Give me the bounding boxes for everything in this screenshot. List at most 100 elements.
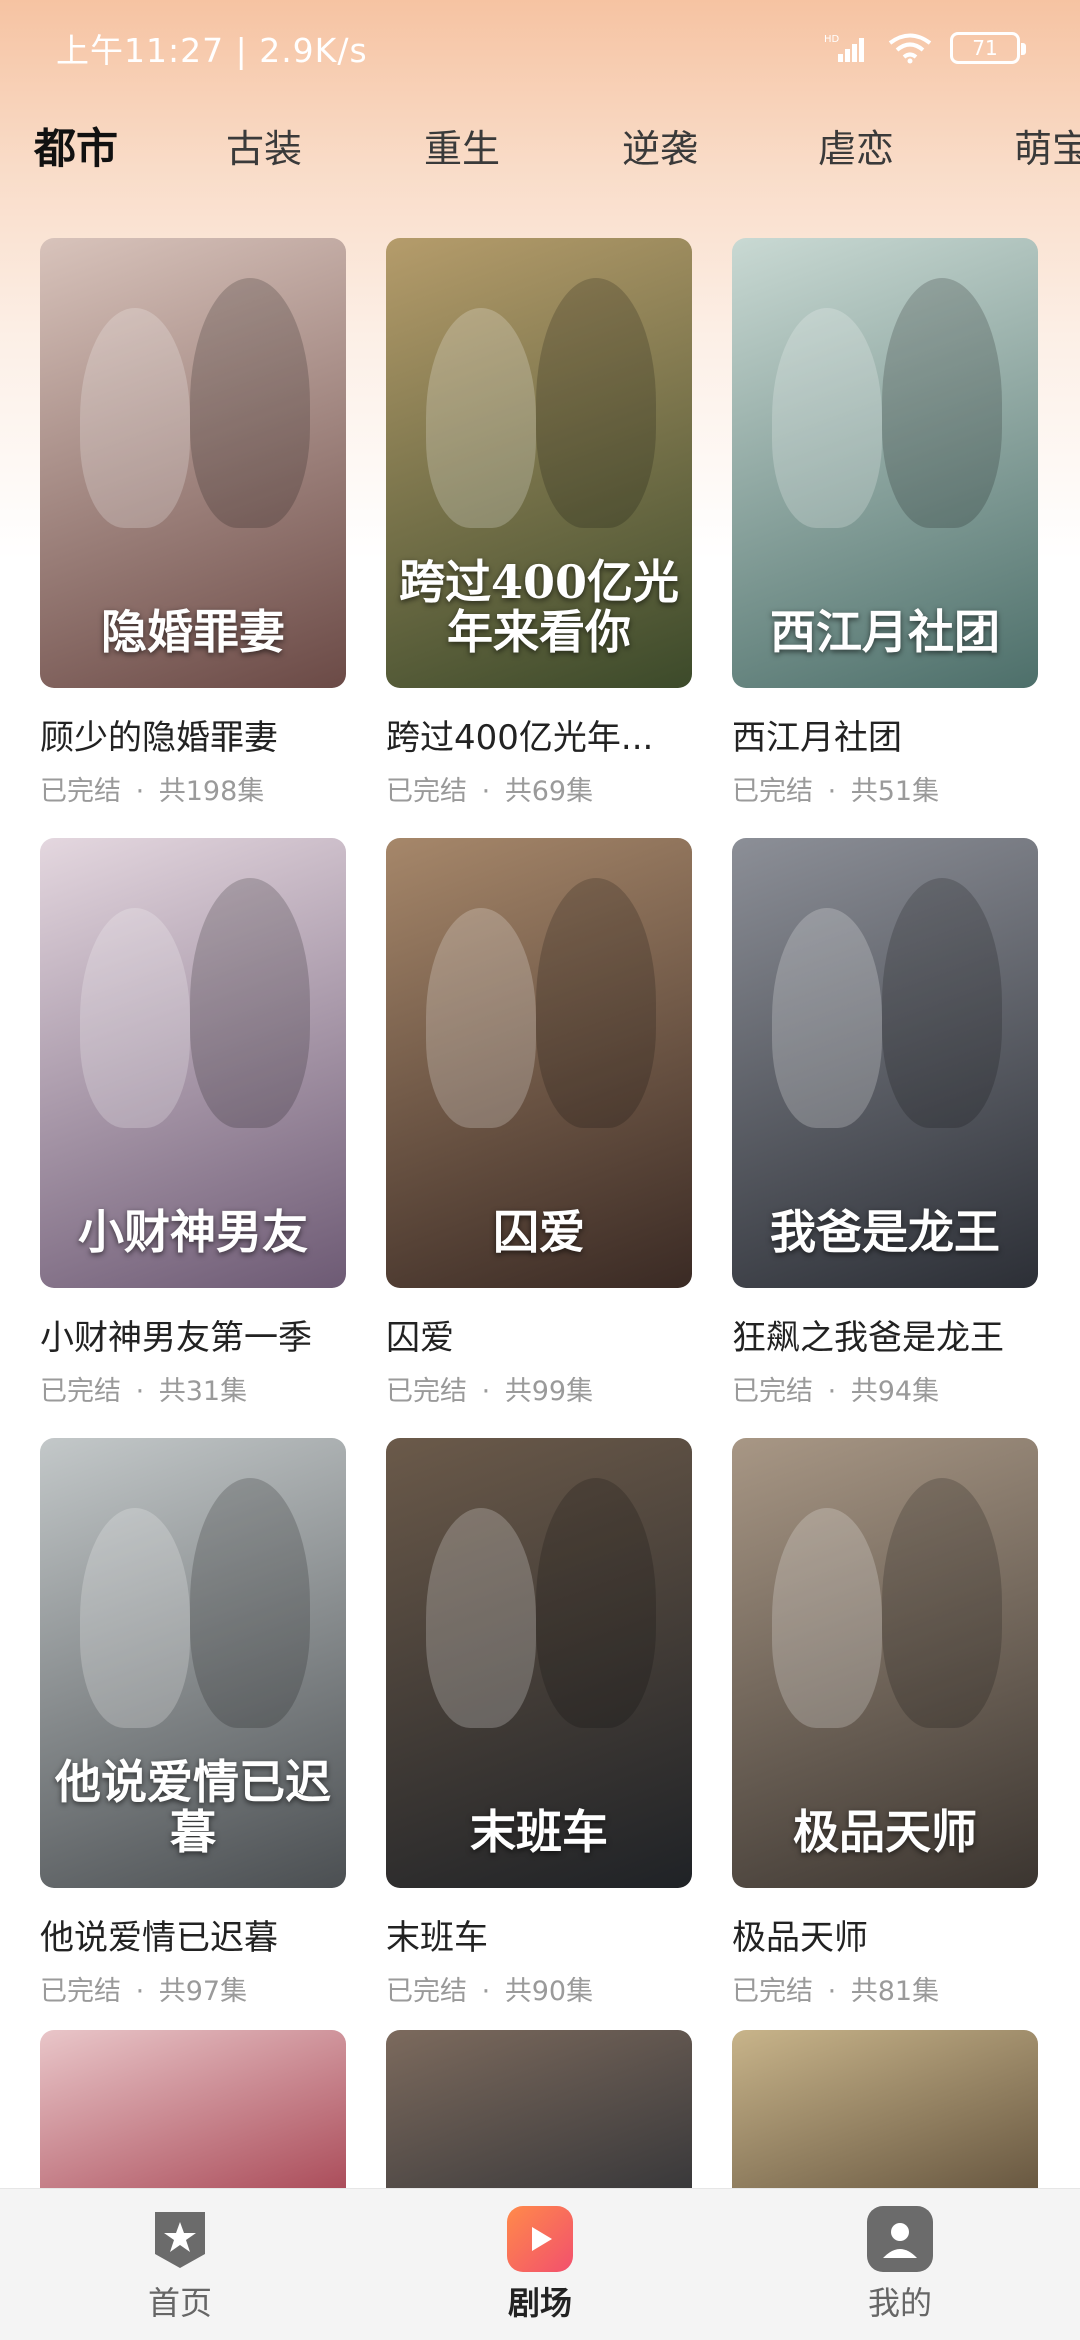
play-icon: [507, 2205, 573, 2272]
poster-title-art: 我爸是龙王: [770, 1205, 1000, 1260]
drama-status: 已完结: [386, 1976, 467, 2007]
drama-grid: 隐婚罪妻 顾少的隐婚罪妻 已完结 · 共198集 跨过400亿光年来看你 跨过400亿光…: [40, 238, 1040, 2038]
drama-poster[interactable]: 囚爱: [386, 838, 692, 1288]
tab-5[interactable]: 萌宝: [1014, 118, 1080, 173]
poster-figure: [882, 278, 1002, 528]
drama-title[interactable]: 小财神男友第一季: [40, 1310, 346, 1359]
drama-card[interactable]: 跨过400亿光年来看你 跨过400亿光年... 已完结 · 共69集: [386, 238, 692, 838]
tab-2[interactable]: 重生: [424, 118, 500, 173]
poster-figure: [882, 1478, 1002, 1728]
drama-meta: 已完结 · 共31集: [40, 1369, 346, 1408]
drama-title[interactable]: 西江月社团: [732, 710, 1038, 759]
poster-figure: [426, 1508, 536, 1728]
bottom-navigation: 首页 剧场 我的: [0, 2188, 1080, 2340]
tab-3[interactable]: 逆袭: [622, 118, 698, 173]
home-badge-icon: [147, 2206, 213, 2272]
drama-meta: 已完结 · 共81集: [732, 1969, 1038, 2008]
drama-episodes: 共97集: [158, 1976, 248, 2007]
tab-1[interactable]: 古装: [226, 118, 302, 173]
poster-title-art: 囚爱: [493, 1205, 585, 1260]
drama-poster[interactable]: 小财神男友: [40, 838, 346, 1288]
nav-item-0[interactable]: 首页: [50, 2206, 310, 2324]
drama-poster[interactable]: 跨过400亿光年来看你: [386, 238, 692, 688]
drama-poster[interactable]: [40, 2030, 346, 2190]
status-icons: HD 71: [824, 32, 1026, 64]
drama-title[interactable]: 末班车: [386, 1910, 692, 1959]
drama-episodes: 共81集: [850, 1976, 940, 2007]
drama-status: 已完结: [732, 776, 813, 807]
separator-dot: ·: [127, 1376, 153, 1407]
drama-title[interactable]: 狂飙之我爸是龙王: [732, 1310, 1038, 1359]
drama-poster[interactable]: 他说爱情已迟暮: [40, 1438, 346, 1888]
tab-0[interactable]: 都市: [34, 115, 118, 176]
drama-meta: 已完结 · 共198集: [40, 769, 346, 808]
drama-status: 已完结: [386, 776, 467, 807]
drama-card[interactable]: 末班车 末班车 已完结 · 共90集: [386, 1438, 692, 2038]
drama-episodes: 共31集: [158, 1376, 248, 1407]
drama-meta: 已完结 · 共99集: [386, 1369, 692, 1408]
poster-figure: [536, 1478, 656, 1728]
drama-status: 已完结: [732, 1376, 813, 1407]
drama-poster[interactable]: [386, 2030, 692, 2190]
poster-figure: [190, 1478, 310, 1728]
separator-dot: ·: [819, 1376, 845, 1407]
wifi-icon: [888, 32, 932, 64]
poster-figure: [536, 878, 656, 1128]
nav-item-2[interactable]: 我的: [770, 2205, 1030, 2324]
poster-title-art: 他说爱情已迟暮: [55, 1754, 331, 1860]
drama-title[interactable]: 他说爱情已迟暮: [40, 1910, 346, 1959]
drama-poster[interactable]: 我爸是龙王: [732, 838, 1038, 1288]
drama-poster[interactable]: 极品天师: [732, 1438, 1038, 1888]
poster-figure: [190, 878, 310, 1128]
poster-figure: [426, 308, 536, 528]
poster-figure: [426, 908, 536, 1128]
drama-meta: 已完结 · 共97集: [40, 1969, 346, 2008]
nav-item-1[interactable]: 剧场: [410, 2205, 670, 2324]
drama-poster[interactable]: [732, 2030, 1038, 2190]
separator-dot: ·: [819, 776, 845, 807]
nav-label: 首页: [147, 2283, 212, 2322]
drama-status: 已完结: [40, 1376, 121, 1407]
poster-figure: [772, 308, 882, 528]
drama-poster[interactable]: 西江月社团: [732, 238, 1038, 688]
poster-figure: [80, 908, 190, 1128]
drama-poster[interactable]: 末班车: [386, 1438, 692, 1888]
drama-title[interactable]: 极品天师: [732, 1910, 1038, 1959]
separator-dot: ·: [819, 1976, 845, 2007]
drama-episodes: 共94集: [850, 1376, 940, 1407]
poster-title-art: 隐婚罪妻: [101, 605, 285, 660]
drama-card[interactable]: 我爸是龙王狂飙之我爸是龙王已完结 · 共94集: [732, 838, 1038, 1438]
separator-dot: ·: [473, 1976, 499, 2007]
drama-card[interactable]: 他说爱情已迟暮 他说爱情已迟暮 已完结 · 共97集: [40, 1438, 346, 2038]
drama-card[interactable]: 小财神男友小财神男友第一季已完结 · 共31集: [40, 838, 346, 1438]
drama-meta: 已完结 · 共51集: [732, 769, 1038, 808]
drama-poster[interactable]: 隐婚罪妻: [40, 238, 346, 688]
tab-4[interactable]: 虐恋: [818, 118, 894, 173]
poster-title-art: 西江月社团: [770, 605, 1000, 660]
drama-title[interactable]: 顾少的隐婚罪妻: [40, 710, 346, 759]
drama-episodes: 共99集: [504, 1376, 594, 1407]
poster-figure: [882, 878, 1002, 1128]
drama-status: 已完结: [732, 1976, 813, 2007]
drama-card[interactable]: 极品天师 极品天师 已完结 · 共81集: [732, 1438, 1038, 2038]
separator-dot: ·: [473, 1376, 499, 1407]
separator-dot: ·: [127, 776, 153, 807]
poster-title-art: 跨过400亿光年来看你: [398, 554, 680, 660]
status-time: 上午11:27 | 2.9K/s: [56, 31, 368, 70]
status-bar: 上午11:27 | 2.9K/s HD 71: [0, 0, 1080, 96]
drama-meta: 已完结 · 共94集: [732, 1369, 1038, 1408]
drama-episodes: 共90集: [504, 1976, 594, 2007]
drama-title[interactable]: 囚爱: [386, 1310, 692, 1359]
drama-title[interactable]: 跨过400亿光年...: [386, 710, 692, 759]
partial-drama-row: [40, 2030, 1040, 2190]
drama-card[interactable]: 西江月社团 西江月社团 已完结 · 共51集: [732, 238, 1038, 838]
separator-dot: ·: [473, 776, 499, 807]
poster-figure: [772, 1508, 882, 1728]
drama-card[interactable]: 囚爱 囚爱 已完结 · 共99集: [386, 838, 692, 1438]
poster-title-art: 小财神男友: [78, 1205, 308, 1260]
drama-card[interactable]: 隐婚罪妻顾少的隐婚罪妻已完结 · 共198集: [40, 238, 346, 838]
separator-dot: ·: [127, 1976, 153, 2007]
nav-label: 剧场: [507, 2283, 572, 2322]
drama-episodes: 共51集: [850, 776, 940, 807]
poster-title-art: 末班车: [470, 1805, 608, 1860]
